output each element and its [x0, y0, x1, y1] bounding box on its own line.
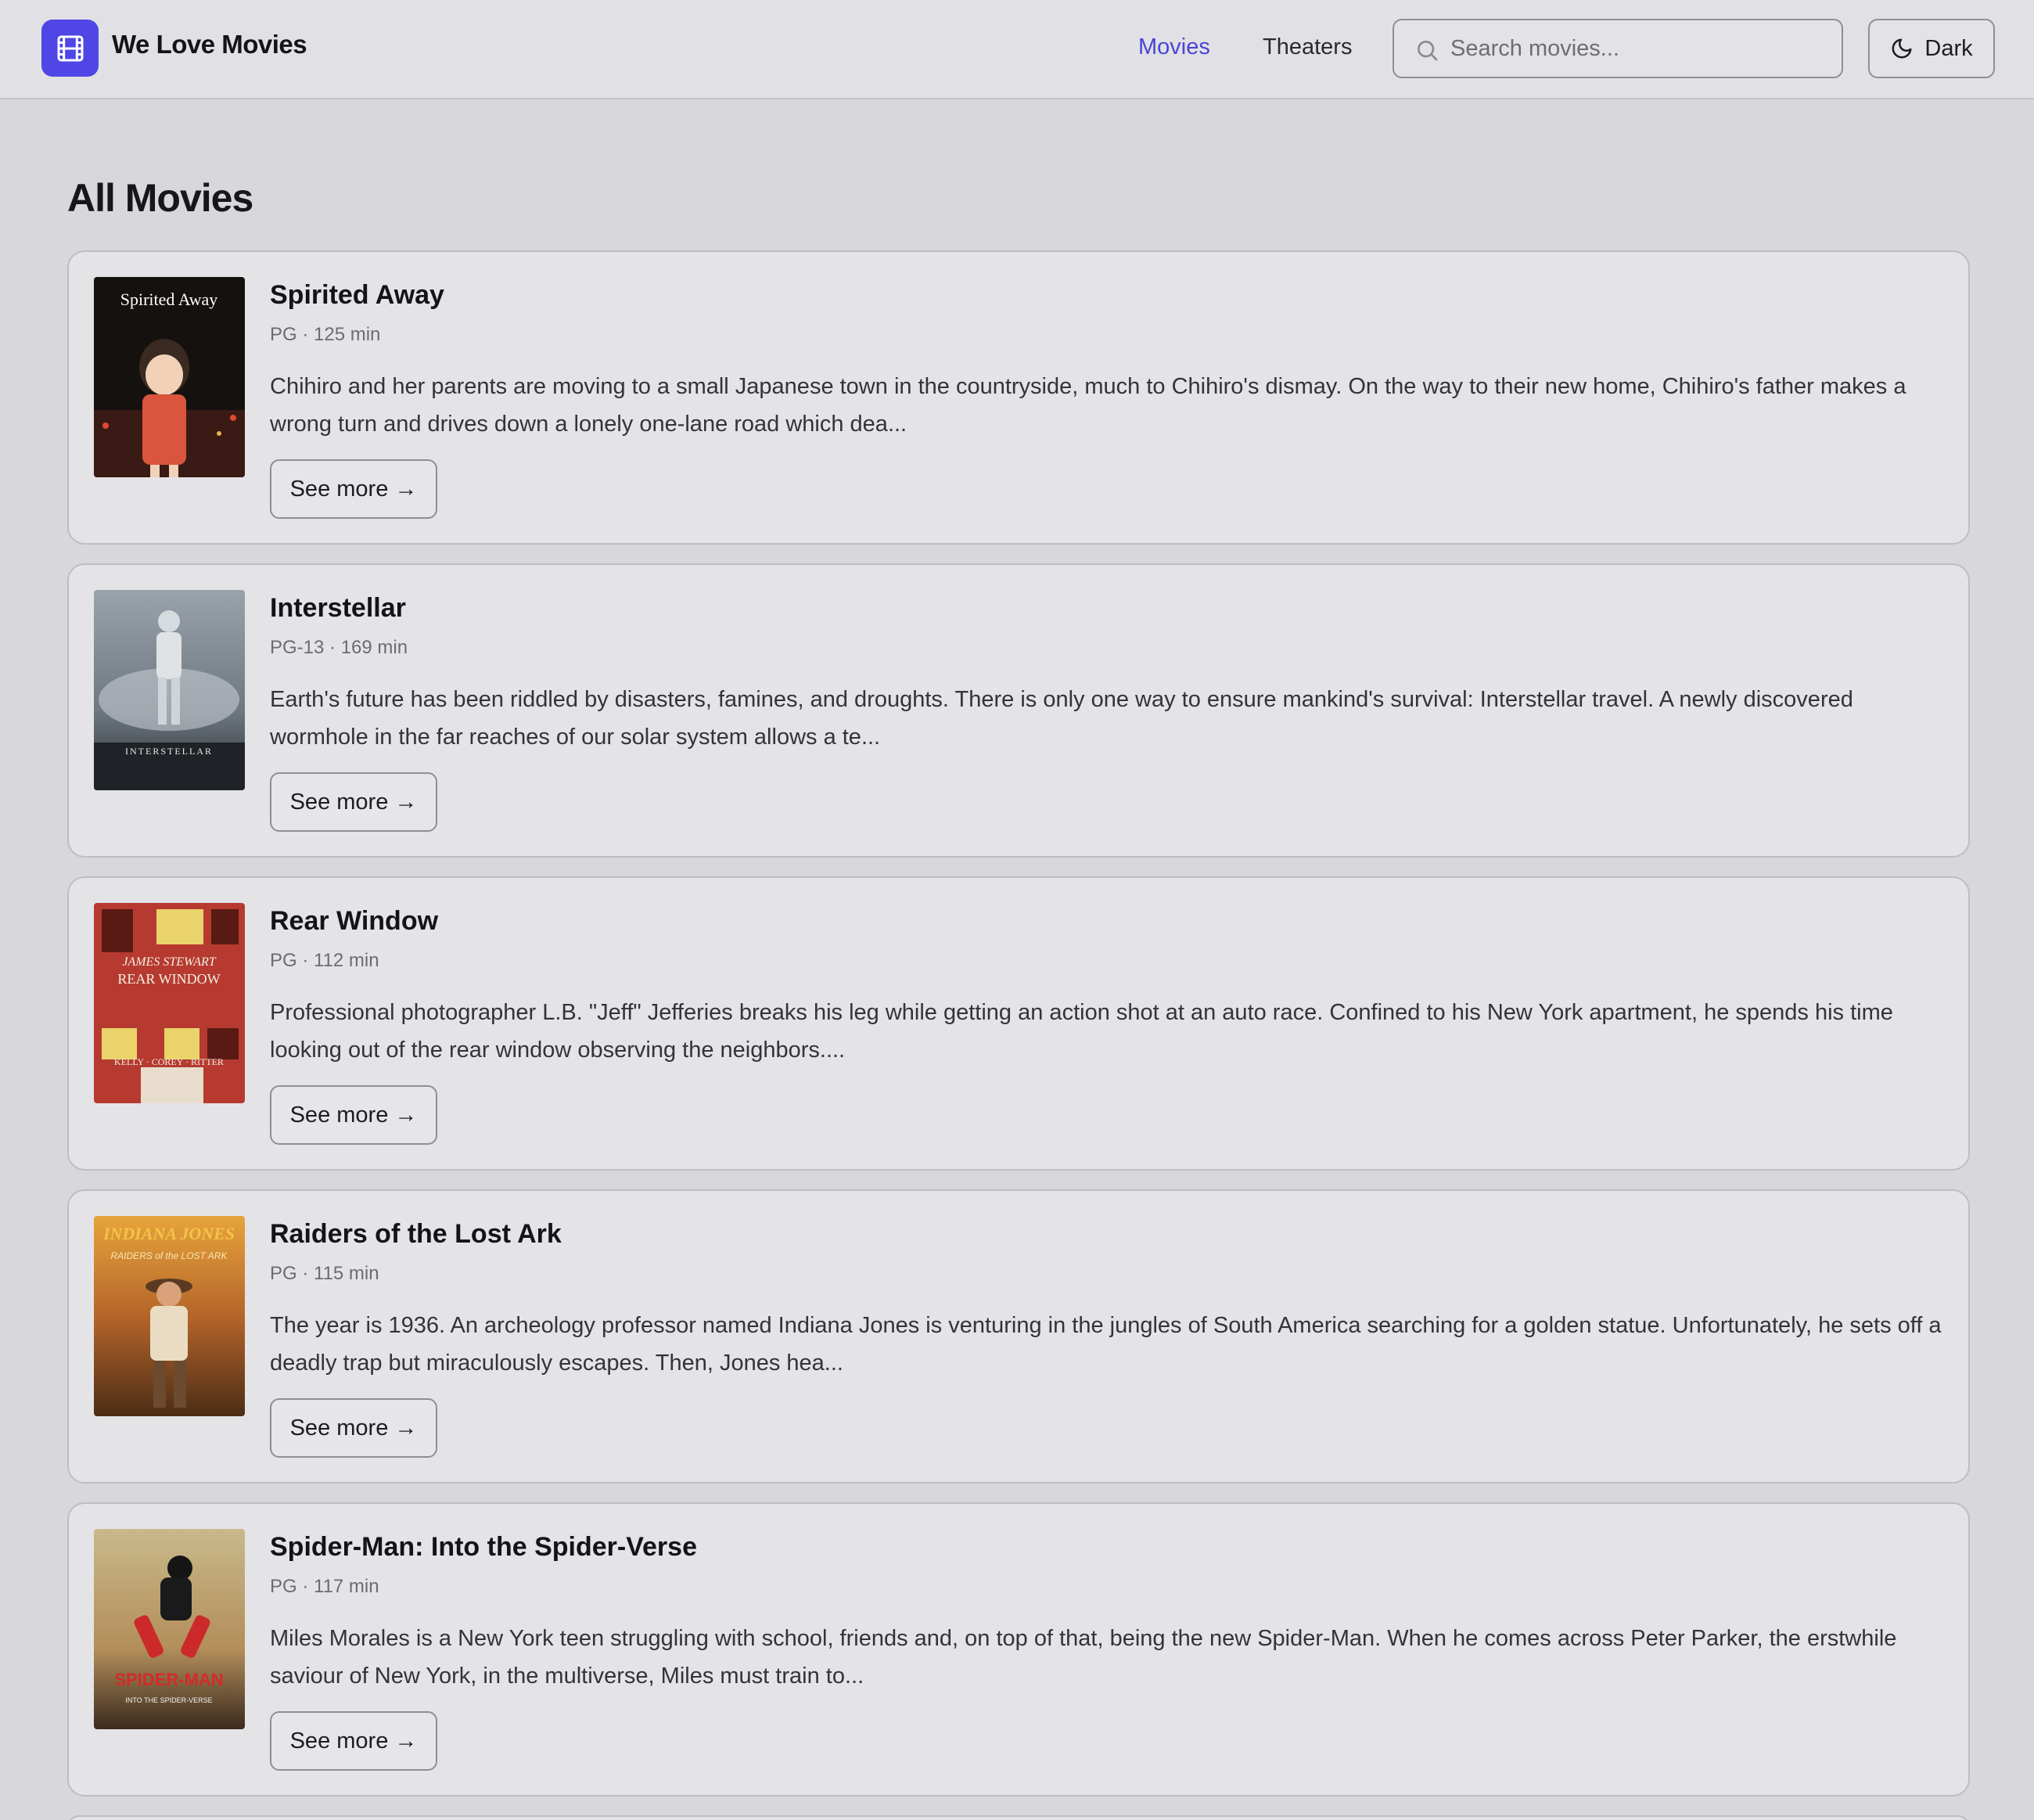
movie-description: The year is 1936. An archeology professo… — [270, 1313, 1942, 1376]
brand-name[interactable]: We Love Movies — [112, 30, 307, 59]
svg-text:JAMES STEWART: JAMES STEWART — [122, 955, 216, 969]
svg-text:INTO THE SPIDER-VERSE: INTO THE SPIDER-VERSE — [125, 1696, 212, 1704]
movie-poster[interactable]: INTERSTELLAR — [94, 590, 245, 790]
see-more-button[interactable]: See more → — [270, 1085, 437, 1145]
movie-title[interactable]: Interstellar — [270, 593, 406, 624]
movie-title[interactable]: Raiders of the Lost Ark — [270, 1219, 562, 1250]
movie-title[interactable]: Spider-Man: Into the Spider-Verse — [270, 1532, 697, 1563]
search-icon — [1418, 41, 1438, 61]
poster-title-text: Spirited Away — [120, 290, 217, 309]
movie-poster[interactable]: SPIDER-MAN INTO THE SPIDER-VERSE — [94, 1529, 245, 1729]
moon-icon — [1892, 38, 1912, 59]
svg-text:RAIDERS of the LOST ARK: RAIDERS of the LOST ARK — [111, 1250, 228, 1261]
poster-title-text: SPIDER-MAN — [114, 1670, 223, 1689]
poster-title-text: INTERSTELLAR — [125, 746, 213, 757]
movie-title[interactable]: Rear Window — [270, 906, 438, 937]
movie-list: Spirited Away Spirited Away PG · 125 min… — [67, 250, 1970, 1815]
movie-poster[interactable]: INDIANA JONES RAIDERS of the LOST ARK — [94, 1216, 245, 1416]
movie-card: INTERSTELLAR Interstellar PG-13 · 169 mi… — [67, 563, 1970, 858]
svg-text:KELLY · COREY · RITTER: KELLY · COREY · RITTER — [114, 1056, 224, 1067]
movie-meta: PG · 115 min — [270, 1263, 379, 1284]
see-more-button[interactable]: See more → — [270, 1398, 437, 1458]
poster-title-text: INDIANA JONES — [102, 1224, 235, 1243]
movie-poster[interactable]: JAMES STEWART REAR WINDOW KELLY · COREY … — [94, 903, 245, 1103]
movie-card-partial — [67, 1815, 1970, 1820]
movie-meta: PG · 112 min — [270, 950, 379, 971]
see-more-button[interactable]: See more → — [270, 772, 437, 832]
movie-card: Spirited Away Spirited Away PG · 125 min… — [67, 250, 1970, 545]
page-title: All Movies — [67, 176, 253, 220]
movie-card: JAMES STEWART REAR WINDOW KELLY · COREY … — [67, 876, 1970, 1171]
see-more-button[interactable]: See more → — [270, 459, 437, 519]
nav-link-theaters[interactable]: Theaters — [1263, 34, 1352, 60]
movie-poster[interactable]: Spirited Away — [94, 277, 245, 477]
search-input[interactable] — [1450, 20, 1834, 77]
movie-card: INDIANA JONES RAIDERS of the LOST ARK Ra… — [67, 1189, 1970, 1484]
nav-link-movies[interactable]: Movies — [1138, 34, 1210, 60]
top-navbar: We Love Movies Movies Theaters Dark — [0, 0, 2034, 99]
movie-meta: PG · 125 min — [270, 324, 381, 345]
search-box — [1393, 19, 1843, 78]
movie-title[interactable]: Spirited Away — [270, 280, 444, 311]
movie-card: SPIDER-MAN INTO THE SPIDER-VERSE Spider-… — [67, 1502, 1970, 1797]
movie-description: Miles Morales is a New York teen struggl… — [270, 1626, 1897, 1689]
see-more-button[interactable]: See more → — [270, 1711, 437, 1771]
movie-meta: PG · 117 min — [270, 1576, 379, 1597]
poster-title-text: REAR WINDOW — [117, 971, 220, 987]
movie-meta: PG-13 · 169 min — [270, 637, 408, 658]
dark-mode-label: Dark — [1924, 35, 1973, 61]
film-icon[interactable] — [41, 20, 99, 77]
dark-mode-toggle-button[interactable]: Dark — [1868, 19, 1995, 78]
movie-description: Professional photographer L.B. "Jeff" Je… — [270, 1000, 1893, 1063]
movie-description: Chihiro and her parents are moving to a … — [270, 374, 1906, 437]
movie-description: Earth's future has been riddled by disas… — [270, 687, 1853, 750]
